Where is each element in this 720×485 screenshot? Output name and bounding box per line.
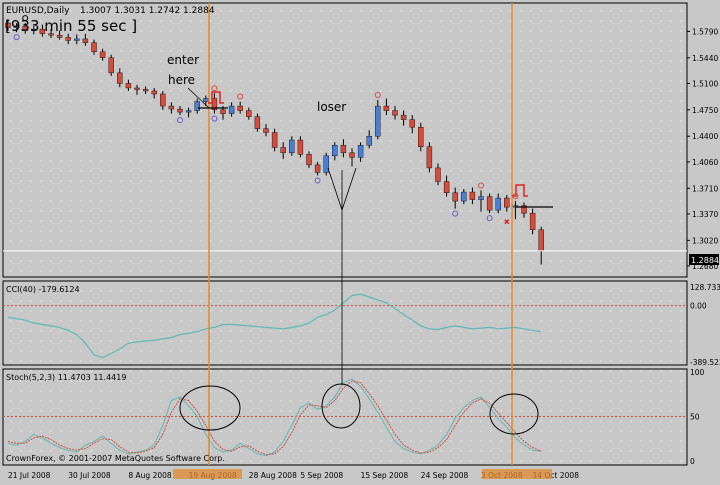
date-tick-label: 8 Aug 2008 xyxy=(128,471,171,480)
candle-bull xyxy=(332,145,338,157)
candle-bear xyxy=(254,116,261,129)
candle-bear xyxy=(409,119,415,128)
candle-bear xyxy=(82,38,89,43)
candle-bear xyxy=(160,93,166,107)
stoch-label: Stoch(5,2,3) 11.4703 11.4419 xyxy=(6,373,126,382)
cci-panel xyxy=(2,280,688,366)
annotation-here: here xyxy=(168,73,195,87)
candle-bear xyxy=(99,51,106,58)
candle-bear xyxy=(142,89,149,92)
candle-bear xyxy=(168,105,175,110)
candle-bull xyxy=(461,191,467,202)
candle-bull xyxy=(495,197,501,211)
candle-bear xyxy=(443,181,450,194)
copyright-label: CrownForex, © 2001-2007 MetaQuotes Softw… xyxy=(6,454,225,463)
chart-title: EURUSD,Daily xyxy=(6,6,70,16)
date-tick-label: 15 Sep 2008 xyxy=(361,471,409,480)
main-panel xyxy=(2,2,688,278)
chart-window: 1.5790 1.5440 1.5100 1.4750 1.4400 1.4060 1.37… xyxy=(0,0,720,481)
price-tick-label: 1.3370 xyxy=(692,210,718,219)
candle-bear xyxy=(125,83,132,89)
annotation-loser: loser xyxy=(317,100,346,114)
date-highlight-box xyxy=(173,469,242,479)
annotation-enter: enter xyxy=(167,53,199,67)
candle-bear xyxy=(314,164,321,173)
candle-bear xyxy=(91,42,97,52)
candle-bear xyxy=(134,87,140,90)
candle-bull xyxy=(194,101,200,111)
candle-bear xyxy=(504,197,510,208)
candle-bear xyxy=(435,167,441,182)
stoch-tick-label: 0 xyxy=(690,457,695,466)
candle-bear xyxy=(246,110,252,117)
date-highlight-box xyxy=(482,469,552,479)
candle-bull xyxy=(323,155,329,173)
candle-bear xyxy=(538,229,544,252)
price-tick-label: 1.4750 xyxy=(692,106,718,115)
candle-bear xyxy=(452,192,458,202)
chart-canvas: 1.5790 1.5440 1.5100 1.4750 1.4400 1.4060 1.37… xyxy=(2,2,720,480)
candle-bear xyxy=(392,110,398,116)
candle-bull xyxy=(74,38,80,41)
candle-bear xyxy=(151,90,157,95)
candle-bear xyxy=(340,145,347,154)
cci-tick-label: 0.00 xyxy=(690,302,707,311)
candle-bear xyxy=(383,105,390,111)
stoch-tick-label: 100 xyxy=(690,368,705,377)
candle-bull xyxy=(478,196,484,200)
price-tick-label: 1.4060 xyxy=(692,158,718,167)
ohlc-values: 1.3007 1.3031 1.2742 1.2884 xyxy=(80,6,215,16)
candle-bull xyxy=(366,136,372,146)
date-tick-label: 24 Sep 2008 xyxy=(421,471,469,480)
price-tick-label: 1.5100 xyxy=(692,79,718,88)
price-tick-label: 1.5790 xyxy=(692,27,718,36)
candle-bull xyxy=(228,105,235,114)
price-tick-label: 1.5440 xyxy=(692,54,718,63)
price-tick-label: 1.3710 xyxy=(692,184,718,193)
date-tick-label: 28 Aug 2008 xyxy=(249,471,297,480)
candle-bear xyxy=(349,152,355,158)
candle-bear xyxy=(117,72,123,84)
candle-bear xyxy=(400,114,407,120)
candle-bear xyxy=(529,212,536,230)
candle-bear xyxy=(418,126,424,147)
candle-bear xyxy=(486,196,493,211)
candle-bear xyxy=(65,37,71,41)
price-tick-label: 1.3020 xyxy=(692,236,718,245)
candle-bear xyxy=(469,191,476,200)
date-tick-label: 30 Jul 2008 xyxy=(68,471,111,480)
candle-bull xyxy=(185,110,192,113)
candle-bear xyxy=(280,147,286,154)
candle-bear xyxy=(306,154,312,166)
candle-bear xyxy=(297,139,304,155)
cci-label: CCI(40) -179.6124 xyxy=(6,285,80,294)
candle-bear xyxy=(271,132,278,148)
candle-bear xyxy=(108,57,114,74)
candle-bear xyxy=(220,109,226,114)
cci-tick-label: 128.7333 xyxy=(690,283,720,292)
cci-tick-label: -389.5234 xyxy=(690,358,720,367)
candle-bear xyxy=(237,105,243,111)
timer-label: [933 min 55 sec ] xyxy=(5,17,137,35)
candle-bear xyxy=(177,108,183,113)
current-price-label: 1.2884 xyxy=(691,256,719,265)
candle-bull xyxy=(357,145,364,158)
date-tick-label: 21 Jul 2008 xyxy=(8,471,51,480)
candle-bear xyxy=(56,34,63,38)
candle-bear xyxy=(263,128,269,133)
stoch-tick-label: 50 xyxy=(690,413,700,422)
candle-bull xyxy=(289,139,295,154)
candle-bear xyxy=(426,146,433,169)
candle-bull xyxy=(375,105,381,137)
candle-bull xyxy=(203,98,209,102)
price-tick-label: 1.4400 xyxy=(692,132,718,141)
date-tick-label: 5 Sep 2008 xyxy=(300,471,343,480)
